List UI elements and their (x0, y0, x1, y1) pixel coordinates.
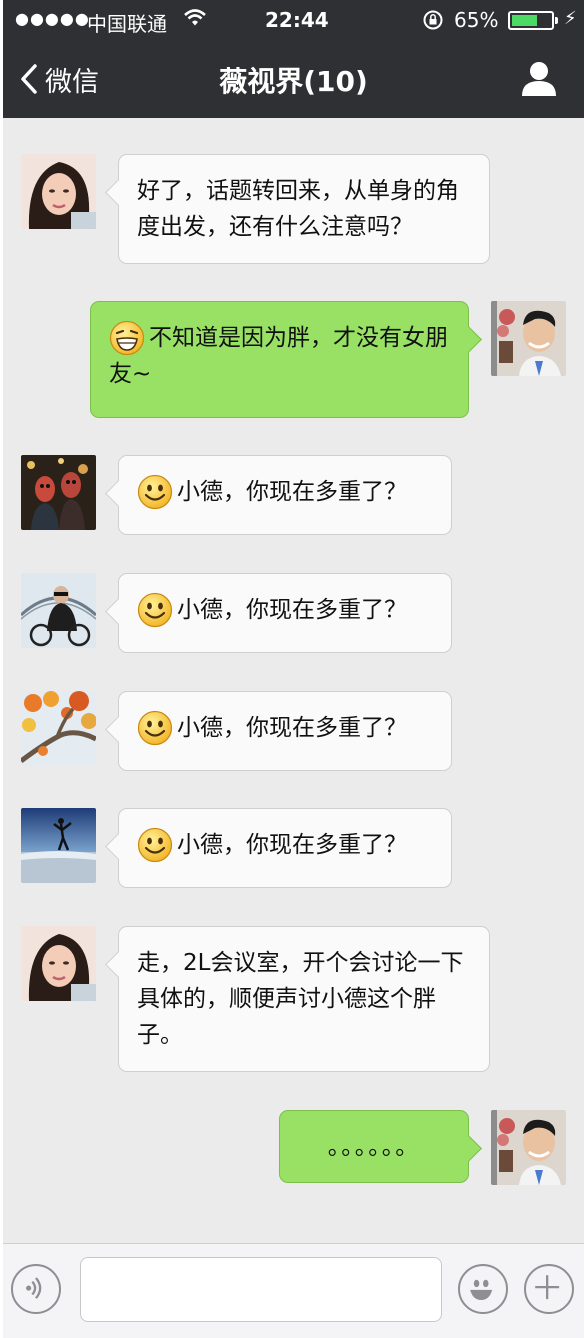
message-bubble[interactable]: 小德，你现在多重了？ (118, 808, 452, 888)
voice-button[interactable] (11, 1264, 61, 1314)
smiley-emoji-icon (137, 474, 173, 510)
signal-strength: ●●●●● (15, 9, 90, 28)
message-bubble[interactable]: 走，2L会议室，开个会讨论一下具体的，顺便声讨小德这个胖子。 (118, 926, 490, 1072)
smiley-emoji-icon (137, 827, 173, 863)
status-bar: ●●●●● 中国联通 22:44 65% ⚡ (3, 0, 584, 40)
avatar-woman[interactable] (21, 154, 96, 229)
page-title: 薇视界(10) (219, 65, 368, 98)
smiley-emoji-icon (137, 710, 173, 746)
carrier-name: 中国联通 (87, 12, 167, 36)
battery-percent: 65% (454, 8, 499, 32)
smiley-emoji-icon (137, 592, 173, 628)
avatar-self[interactable] (491, 1110, 566, 1185)
message-text: 小德，你现在多重了？ (177, 597, 407, 623)
message-text: 不知道是因为胖，才没有女朋友~ (109, 325, 448, 387)
wifi-icon (184, 9, 206, 26)
message-text: 小德，你现在多重了？ (177, 832, 407, 858)
plus-button[interactable] (524, 1264, 574, 1314)
message-bubble[interactable]: 小德，你现在多重了？ (118, 691, 452, 771)
avatar-cyclist[interactable] (21, 573, 96, 648)
avatar-autumn-tree[interactable] (21, 691, 96, 766)
voice-icon (26, 1277, 42, 1299)
battery-icon (508, 11, 558, 30)
message-text: 。。。。。。 (327, 1134, 421, 1160)
group-info-icon[interactable] (519, 58, 559, 98)
avatar-masks[interactable] (21, 455, 96, 530)
message-text: 好了，话题转回来，从单身的角度出发，还有什么注意吗？ (137, 178, 459, 240)
avatar-beach[interactable] (21, 808, 96, 883)
chat-screen: ●●●●● 中国联通 22:44 65% ⚡ 微信 薇视界(10) 好了，话题转… (3, 0, 584, 1338)
charging-icon: ⚡ (564, 8, 577, 29)
plus-icon (535, 1275, 560, 1300)
grinning-emoji-icon (109, 320, 145, 356)
message-bubble[interactable]: 不知道是因为胖，才没有女朋友~ (90, 301, 469, 418)
avatar-woman[interactable] (21, 926, 96, 1001)
message-bubble[interactable]: 小德，你现在多重了？ (118, 455, 452, 535)
emoji-icon (470, 1279, 493, 1301)
input-bar (3, 1243, 584, 1338)
rotation-lock-icon (423, 10, 443, 30)
message-bubble[interactable]: 小德，你现在多重了？ (118, 573, 452, 653)
message-text: 走，2L会议室，开个会讨论一下具体的，顺便声讨小德这个胖子。 (137, 950, 464, 1048)
message-input[interactable] (80, 1257, 442, 1322)
message-bubble[interactable]: 。。。。。。 (279, 1110, 469, 1183)
avatar-self[interactable] (491, 301, 566, 376)
emoji-button[interactable] (458, 1264, 508, 1314)
message-bubble[interactable]: 好了，话题转回来，从单身的角度出发，还有什么注意吗？ (118, 154, 490, 264)
clock: 22:44 (265, 8, 329, 32)
message-text: 小德，你现在多重了？ (177, 715, 407, 741)
nav-bar: 微信 薇视界(10) (3, 40, 584, 118)
message-text: 小德，你现在多重了？ (177, 479, 407, 505)
